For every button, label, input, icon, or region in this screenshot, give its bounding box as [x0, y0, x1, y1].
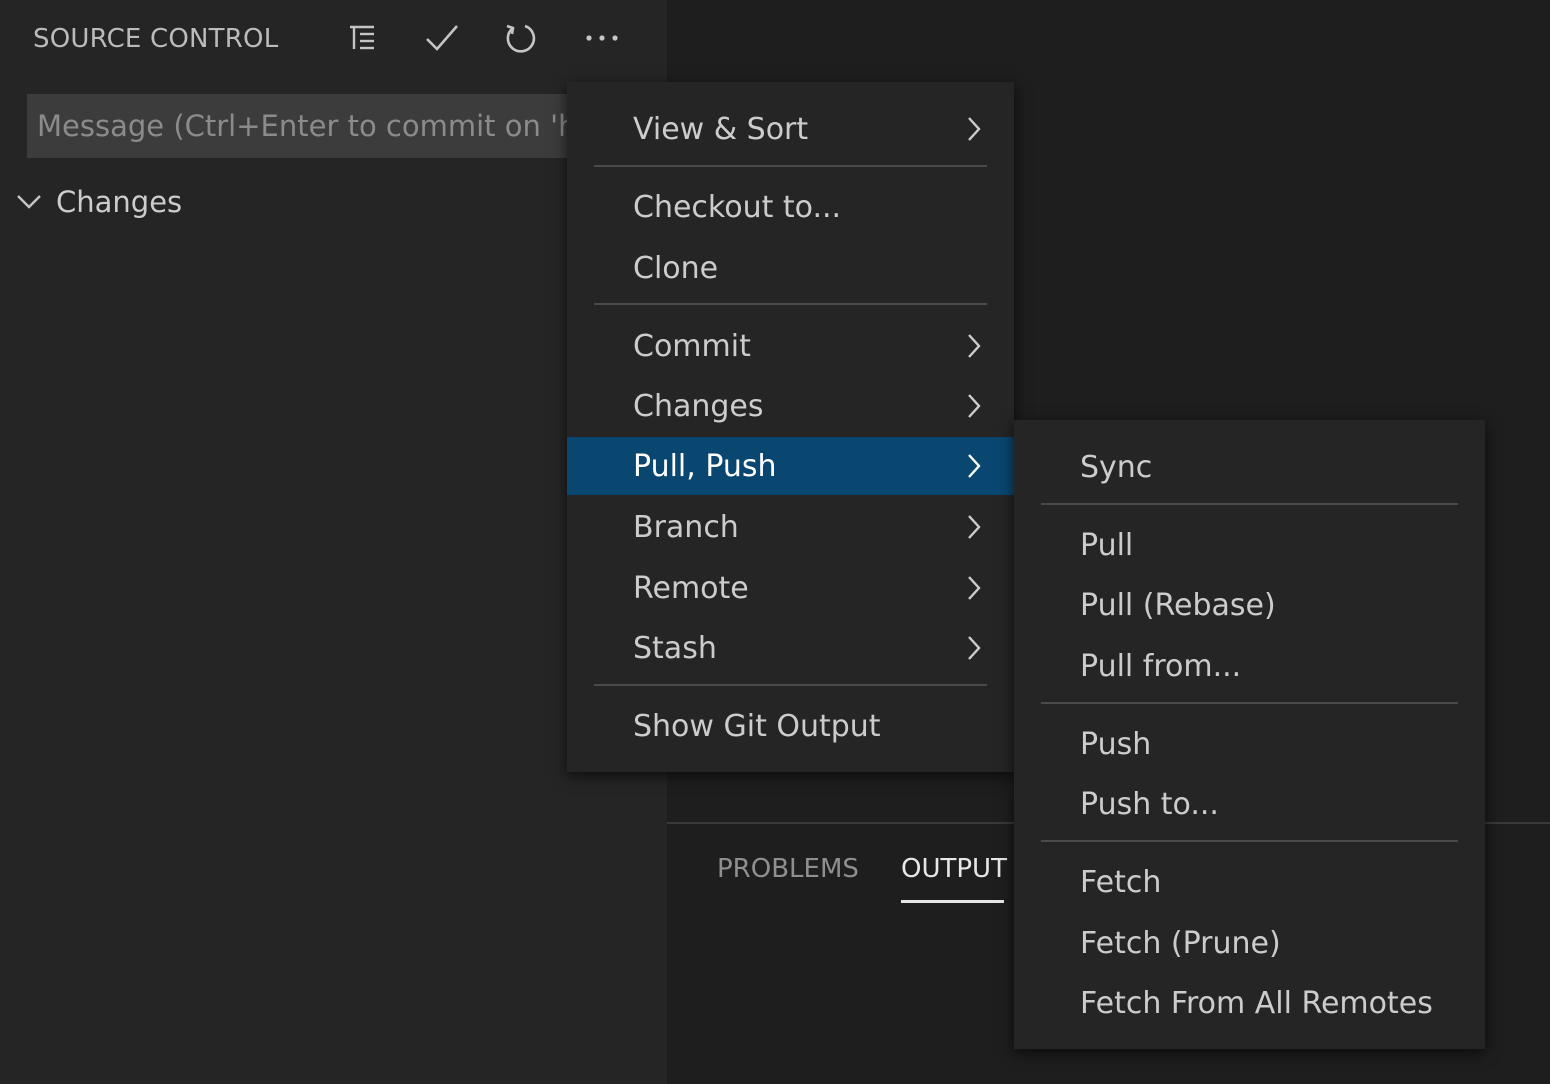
- menu-item-pull-from[interactable]: Pull from...: [1014, 637, 1485, 695]
- tab-problems[interactable]: PROBLEMS: [717, 852, 859, 886]
- changes-group-header[interactable]: Changes: [14, 180, 182, 224]
- menu-item-pull-rebase[interactable]: Pull (Rebase): [1014, 576, 1485, 634]
- menu-item-push[interactable]: Push: [1014, 715, 1485, 773]
- check-icon: [426, 25, 458, 51]
- menu-separator: [1041, 702, 1458, 704]
- menu-item-branch[interactable]: Branch: [567, 498, 1014, 556]
- refresh-button[interactable]: [501, 18, 541, 58]
- menu-item-commit[interactable]: Commit: [567, 317, 1014, 375]
- chevron-right-icon: [968, 394, 981, 418]
- view-as-tree-button[interactable]: [342, 18, 382, 58]
- menu-item-clone[interactable]: Clone: [567, 239, 1014, 297]
- menu-item-changes[interactable]: Changes: [567, 377, 1014, 435]
- tab-output[interactable]: OUTPUT: [901, 852, 1007, 886]
- menu-item-push-to[interactable]: Push to...: [1014, 775, 1485, 833]
- menu-separator: [1041, 503, 1458, 505]
- menu-item-fetch-prune[interactable]: Fetch (Prune): [1014, 914, 1485, 972]
- tree-view-icon: [350, 25, 374, 50]
- menu-item-stash[interactable]: Stash: [567, 619, 1014, 677]
- menu-item-view-sort[interactable]: View & Sort: [567, 100, 1014, 158]
- commit-message-input[interactable]: [27, 94, 587, 158]
- menu-item-fetch[interactable]: Fetch: [1014, 853, 1485, 911]
- pull-push-submenu: Sync Pull Pull (Rebase) Pull from... Pus…: [1014, 420, 1485, 1049]
- chevron-right-icon: [968, 636, 981, 660]
- active-tab-indicator: [901, 900, 1004, 903]
- menu-item-remote[interactable]: Remote: [567, 559, 1014, 617]
- commit-button[interactable]: [422, 18, 462, 58]
- refresh-icon: [506, 24, 536, 53]
- menu-item-pull-push[interactable]: Pull, Push: [567, 437, 1014, 495]
- chevron-down-icon: [17, 195, 41, 209]
- chevron-right-icon: [968, 515, 981, 539]
- more-actions-button[interactable]: [582, 18, 622, 58]
- vscode-window: SOURCE CONTROL Message (Ctrl+Enter to co…: [0, 0, 1550, 1084]
- chevron-right-icon: [968, 334, 981, 358]
- menu-separator: [594, 684, 987, 686]
- chevron-right-icon: [968, 117, 981, 141]
- menu-separator: [594, 303, 987, 305]
- menu-item-checkout[interactable]: Checkout to...: [567, 178, 1014, 236]
- more-actions-menu: View & Sort Checkout to... Clone Commit …: [567, 82, 1014, 772]
- menu-separator: [594, 165, 987, 167]
- menu-item-pull[interactable]: Pull: [1014, 516, 1485, 574]
- changes-label: Changes: [56, 185, 183, 219]
- panel-title: SOURCE CONTROL: [33, 24, 279, 54]
- more-icon: [586, 35, 618, 41]
- menu-separator: [1041, 840, 1458, 842]
- chevron-right-icon: [968, 454, 981, 478]
- menu-item-fetch-all-remotes[interactable]: Fetch From All Remotes: [1014, 974, 1485, 1032]
- menu-item-show-git-output[interactable]: Show Git Output: [567, 697, 1014, 755]
- chevron-right-icon: [968, 576, 981, 600]
- menu-item-sync[interactable]: Sync: [1014, 438, 1485, 496]
